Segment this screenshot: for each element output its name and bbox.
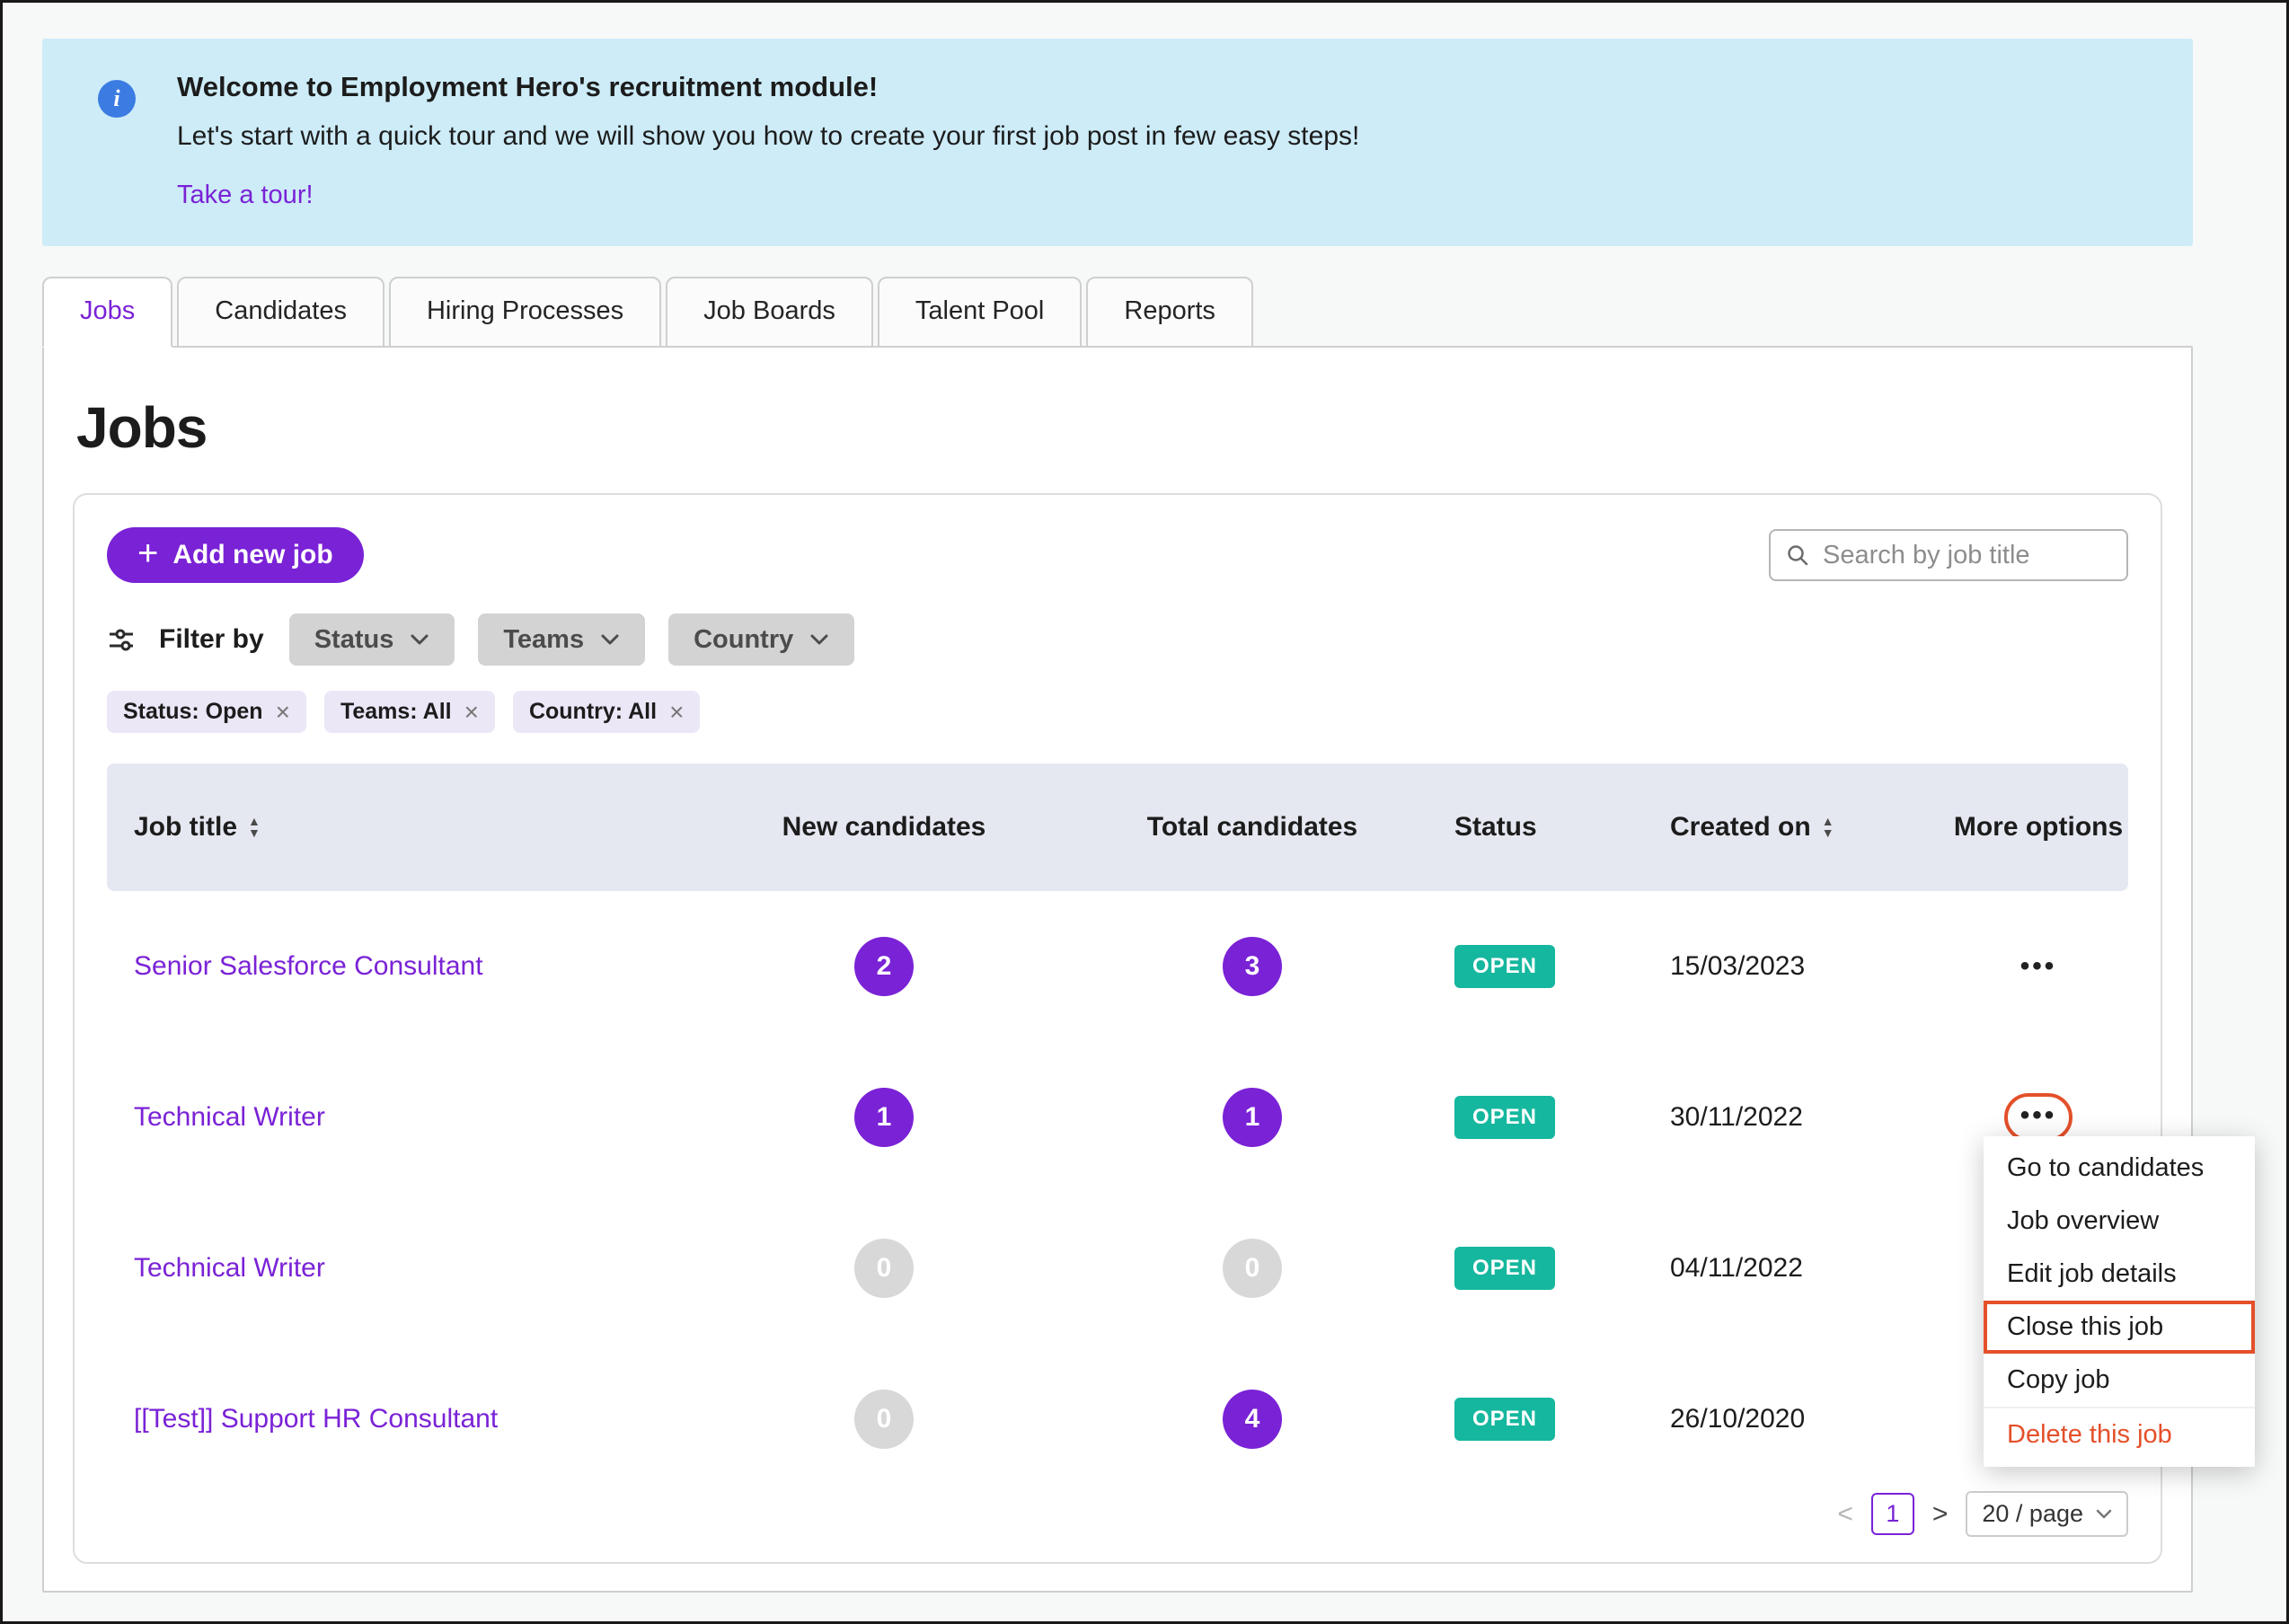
job-title-link[interactable]: [[Test]] Support HR Consultant	[107, 1404, 700, 1434]
toolbar: + Add new job	[107, 527, 2128, 583]
new-candidates-count[interactable]: 0	[854, 1390, 914, 1449]
info-icon: i	[98, 80, 136, 118]
tab-reports[interactable]: Reports	[1086, 277, 1253, 348]
total-candidates-count[interactable]: 0	[1223, 1239, 1282, 1298]
search-icon	[1785, 543, 1810, 568]
table-row: [[Test]] Support HR Consultant 0 4 OPEN …	[107, 1344, 2128, 1495]
status-filter-label: Status	[314, 624, 394, 654]
chevron-down-icon	[410, 633, 429, 646]
filter-row: Filter by Status Teams Country	[107, 613, 2128, 666]
new-candidates-count[interactable]: 0	[854, 1239, 914, 1298]
created-date: 30/11/2022	[1670, 1102, 1803, 1132]
banner-title: Welcome to Employment Hero's recruitment…	[177, 71, 879, 102]
close-icon[interactable]: ×	[276, 699, 290, 725]
take-tour-link[interactable]: Take a tour!	[177, 181, 314, 210]
pagination: < 1 > 20 / page	[1837, 1491, 2128, 1537]
status-badge: OPEN	[1454, 945, 1556, 988]
filter-chip-teams-label: Teams: All	[340, 699, 452, 724]
tab-talent-pool[interactable]: Talent Pool	[877, 277, 1083, 348]
sort-icon[interactable]: ▲ ▼	[248, 815, 261, 840]
close-icon[interactable]: ×	[464, 699, 479, 725]
prev-page-button[interactable]: <	[1837, 1499, 1853, 1530]
filter-chip-status-label: Status: Open	[123, 699, 263, 724]
tab-bar: Jobs Candidates Hiring Processes Job Boa…	[42, 277, 2286, 348]
column-created-on[interactable]: Created on ▲ ▼	[1652, 812, 1949, 843]
filter-chip-teams[interactable]: Teams: All ×	[323, 691, 495, 733]
status-filter-dropdown[interactable]: Status	[288, 613, 455, 666]
context-menu: Go to candidates Job overview Edit job d…	[1984, 1136, 2255, 1467]
column-new-candidates: New candidates	[782, 812, 986, 842]
table-row: Technical Writer 1 1 OPEN 30/11/2022 •••	[107, 1042, 2128, 1193]
more-options-button[interactable]: •••	[2020, 1100, 2057, 1130]
page-size-select[interactable]: 20 / page	[1966, 1491, 2128, 1537]
column-job-title[interactable]: Job title ▲ ▼	[107, 812, 700, 843]
page-title: Jobs	[76, 395, 208, 460]
welcome-banner: i Welcome to Employment Hero's recruitme…	[42, 39, 2193, 246]
menu-item-delete-this-job[interactable]: Delete this job	[1984, 1407, 2255, 1461]
new-candidates-count[interactable]: 2	[854, 937, 914, 996]
filter-chip-status[interactable]: Status: Open ×	[107, 691, 306, 733]
filter-icon	[107, 625, 136, 654]
status-badge: OPEN	[1454, 1398, 1556, 1441]
filter-chip-country-label: Country: All	[528, 699, 658, 724]
content-panel: Jobs + Add new job Search by job title F…	[42, 346, 2193, 1593]
status-badge: OPEN	[1454, 1096, 1556, 1139]
job-title-link[interactable]: Senior Salesforce Consultant	[107, 951, 700, 982]
menu-item-go-to-candidates[interactable]: Go to candidates	[1984, 1142, 2255, 1195]
more-options-button[interactable]: •••	[2020, 951, 2057, 981]
column-status: Status	[1454, 812, 1537, 842]
chevron-down-icon	[809, 633, 829, 646]
table-header: Job title ▲ ▼ New candidates Total candi…	[107, 763, 2128, 891]
job-title-link[interactable]: Technical Writer	[107, 1253, 700, 1284]
next-page-button[interactable]: >	[1932, 1499, 1949, 1530]
recruitment-page: i Welcome to Employment Hero's recruitme…	[0, 0, 2289, 1624]
tab-candidates[interactable]: Candidates	[177, 277, 384, 348]
total-candidates-count[interactable]: 4	[1223, 1390, 1282, 1449]
tab-job-boards[interactable]: Job Boards	[666, 277, 873, 348]
teams-filter-label: Teams	[503, 624, 585, 654]
column-total-candidates: Total candidates	[1146, 812, 1358, 842]
chevron-down-icon	[2096, 1509, 2112, 1520]
created-date: 04/11/2022	[1670, 1253, 1803, 1283]
banner-subtitle: Let's start with a quick tour and we wil…	[177, 121, 1360, 151]
search-box[interactable]	[1769, 529, 2128, 581]
annotation-ellipse: •••	[2003, 1093, 2073, 1142]
sort-down-icon: ▼	[1821, 825, 1834, 840]
table-row: Technical Writer 0 0 OPEN 04/11/2022 •••	[107, 1193, 2128, 1344]
table-row: Senior Salesforce Consultant 2 3 OPEN 15…	[107, 891, 2128, 1042]
add-new-job-button[interactable]: + Add new job	[107, 527, 364, 583]
active-filter-chips: Status: Open × Teams: All × Country: All…	[107, 691, 2128, 733]
total-candidates-count[interactable]: 1	[1223, 1088, 1282, 1147]
tab-hiring-processes[interactable]: Hiring Processes	[388, 277, 662, 348]
filter-chip-country[interactable]: Country: All ×	[512, 691, 701, 733]
filter-by-label: Filter by	[159, 624, 264, 654]
country-filter-label: Country	[694, 624, 794, 654]
teams-filter-dropdown[interactable]: Teams	[478, 613, 646, 666]
job-title-link[interactable]: Technical Writer	[107, 1102, 700, 1133]
created-date: 15/03/2023	[1670, 951, 1806, 981]
sort-icon[interactable]: ▲ ▼	[1821, 815, 1834, 840]
country-filter-dropdown[interactable]: Country	[668, 613, 855, 666]
created-date: 26/10/2020	[1670, 1404, 1806, 1434]
menu-item-edit-job-details[interactable]: Edit job details	[1984, 1248, 2255, 1301]
menu-item-job-overview[interactable]: Job overview	[1984, 1195, 2255, 1248]
chevron-down-icon	[600, 633, 620, 646]
page-size-label: 20 / page	[1982, 1500, 2083, 1527]
created-on-header-label: Created on	[1670, 812, 1811, 842]
add-new-job-label: Add new job	[172, 540, 333, 569]
total-candidates-count[interactable]: 3	[1223, 937, 1282, 996]
plus-icon: +	[137, 534, 159, 573]
menu-item-close-this-job[interactable]: Close this job	[1984, 1301, 2255, 1354]
tab-jobs[interactable]: Jobs	[42, 277, 173, 348]
column-more-options: More options	[1953, 811, 2124, 842]
menu-item-copy-job[interactable]: Copy job	[1984, 1354, 2255, 1407]
status-badge: OPEN	[1454, 1247, 1556, 1290]
job-title-header-label: Job title	[134, 812, 238, 842]
jobs-card: + Add new job Filter by Status	[73, 493, 2162, 1564]
current-page[interactable]: 1	[1870, 1493, 1914, 1535]
close-icon[interactable]: ×	[669, 699, 684, 725]
new-candidates-count[interactable]: 1	[854, 1088, 914, 1147]
search-input[interactable]	[1821, 539, 2112, 571]
sort-down-icon: ▼	[248, 825, 261, 840]
